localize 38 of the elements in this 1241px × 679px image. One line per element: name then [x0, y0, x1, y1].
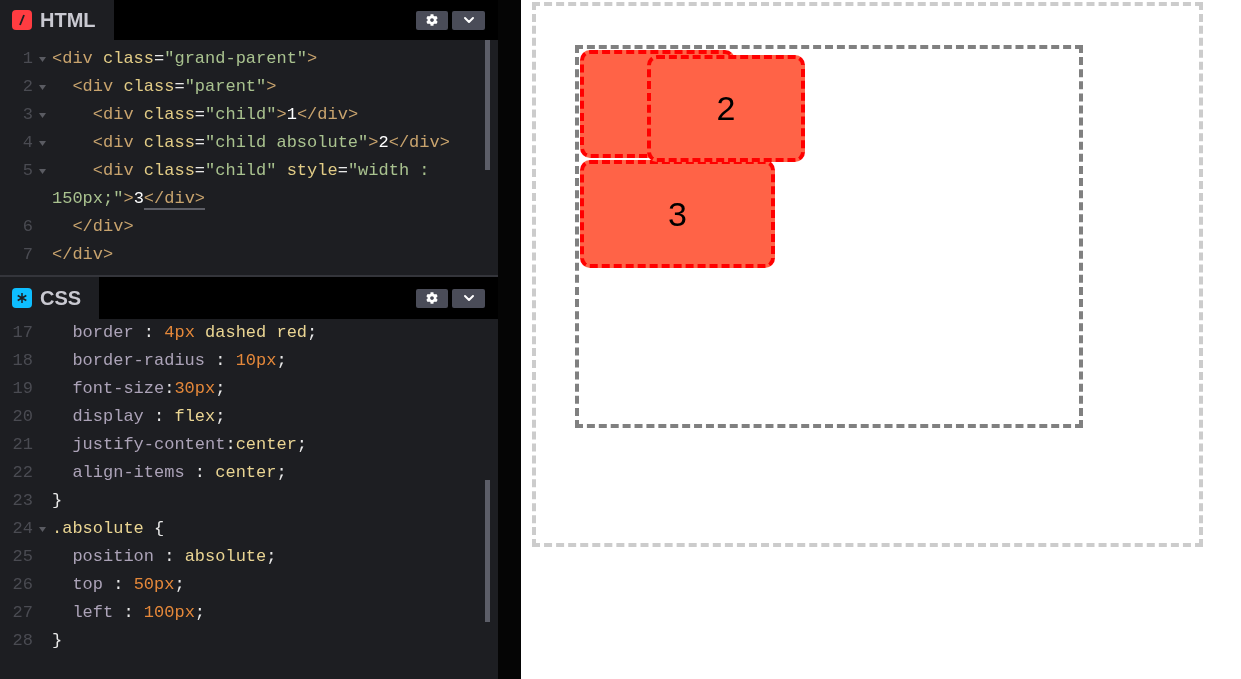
- fold-arrow-icon[interactable]: [39, 526, 46, 532]
- code-line: align-items : center;: [71, 462, 287, 485]
- code-line: font-size:30px;: [71, 378, 226, 401]
- code-line: <div class="child" style="width :: [91, 160, 430, 183]
- fold-arrow-icon[interactable]: [39, 168, 46, 174]
- code-line: <div class="child">1</div>: [91, 104, 359, 127]
- collapse-button[interactable]: [452, 288, 485, 308]
- fold-arrow-icon[interactable]: [39, 84, 46, 90]
- code-line: <div class="parent">: [71, 76, 277, 99]
- scrollbar[interactable]: [485, 40, 490, 170]
- code-line: border : 4px dashed red;: [71, 322, 318, 345]
- settings-button[interactable]: [416, 288, 448, 308]
- box-number: 2: [716, 88, 736, 129]
- fold-arrow-icon[interactable]: [39, 140, 46, 146]
- code-line: 150px;">3</div>: [52, 188, 206, 212]
- settings-icon: [426, 14, 438, 26]
- fold-arrow-icon[interactable]: [39, 112, 46, 118]
- code-line: <div class="grand-parent">: [52, 48, 318, 71]
- scrollbar[interactable]: [485, 480, 490, 622]
- code-line: </div>: [71, 216, 134, 239]
- code-line: </div>: [52, 244, 114, 267]
- code-line: top : 50px;: [71, 574, 185, 597]
- settings-icon: [426, 292, 438, 304]
- asterisk-logo-icon: [12, 288, 32, 308]
- code-line: justify-content:center;: [71, 434, 308, 457]
- code-line: left : 100px;: [71, 602, 206, 625]
- code-line: position : absolute;: [71, 546, 277, 569]
- code-line: border-radius : 10px;: [71, 350, 287, 373]
- code-line: display : flex;: [71, 406, 226, 429]
- code-line: <div class="child absolute">2</div>: [91, 132, 450, 155]
- code-line: }: [52, 490, 63, 513]
- fold-arrow-icon[interactable]: [39, 56, 46, 62]
- slash-logo-icon: [12, 10, 32, 30]
- box-number: 3: [668, 193, 687, 235]
- collapse-button[interactable]: [452, 10, 485, 30]
- settings-button[interactable]: [416, 10, 448, 30]
- code-line: }: [52, 630, 63, 653]
- code-line: .absolute {: [52, 518, 165, 541]
